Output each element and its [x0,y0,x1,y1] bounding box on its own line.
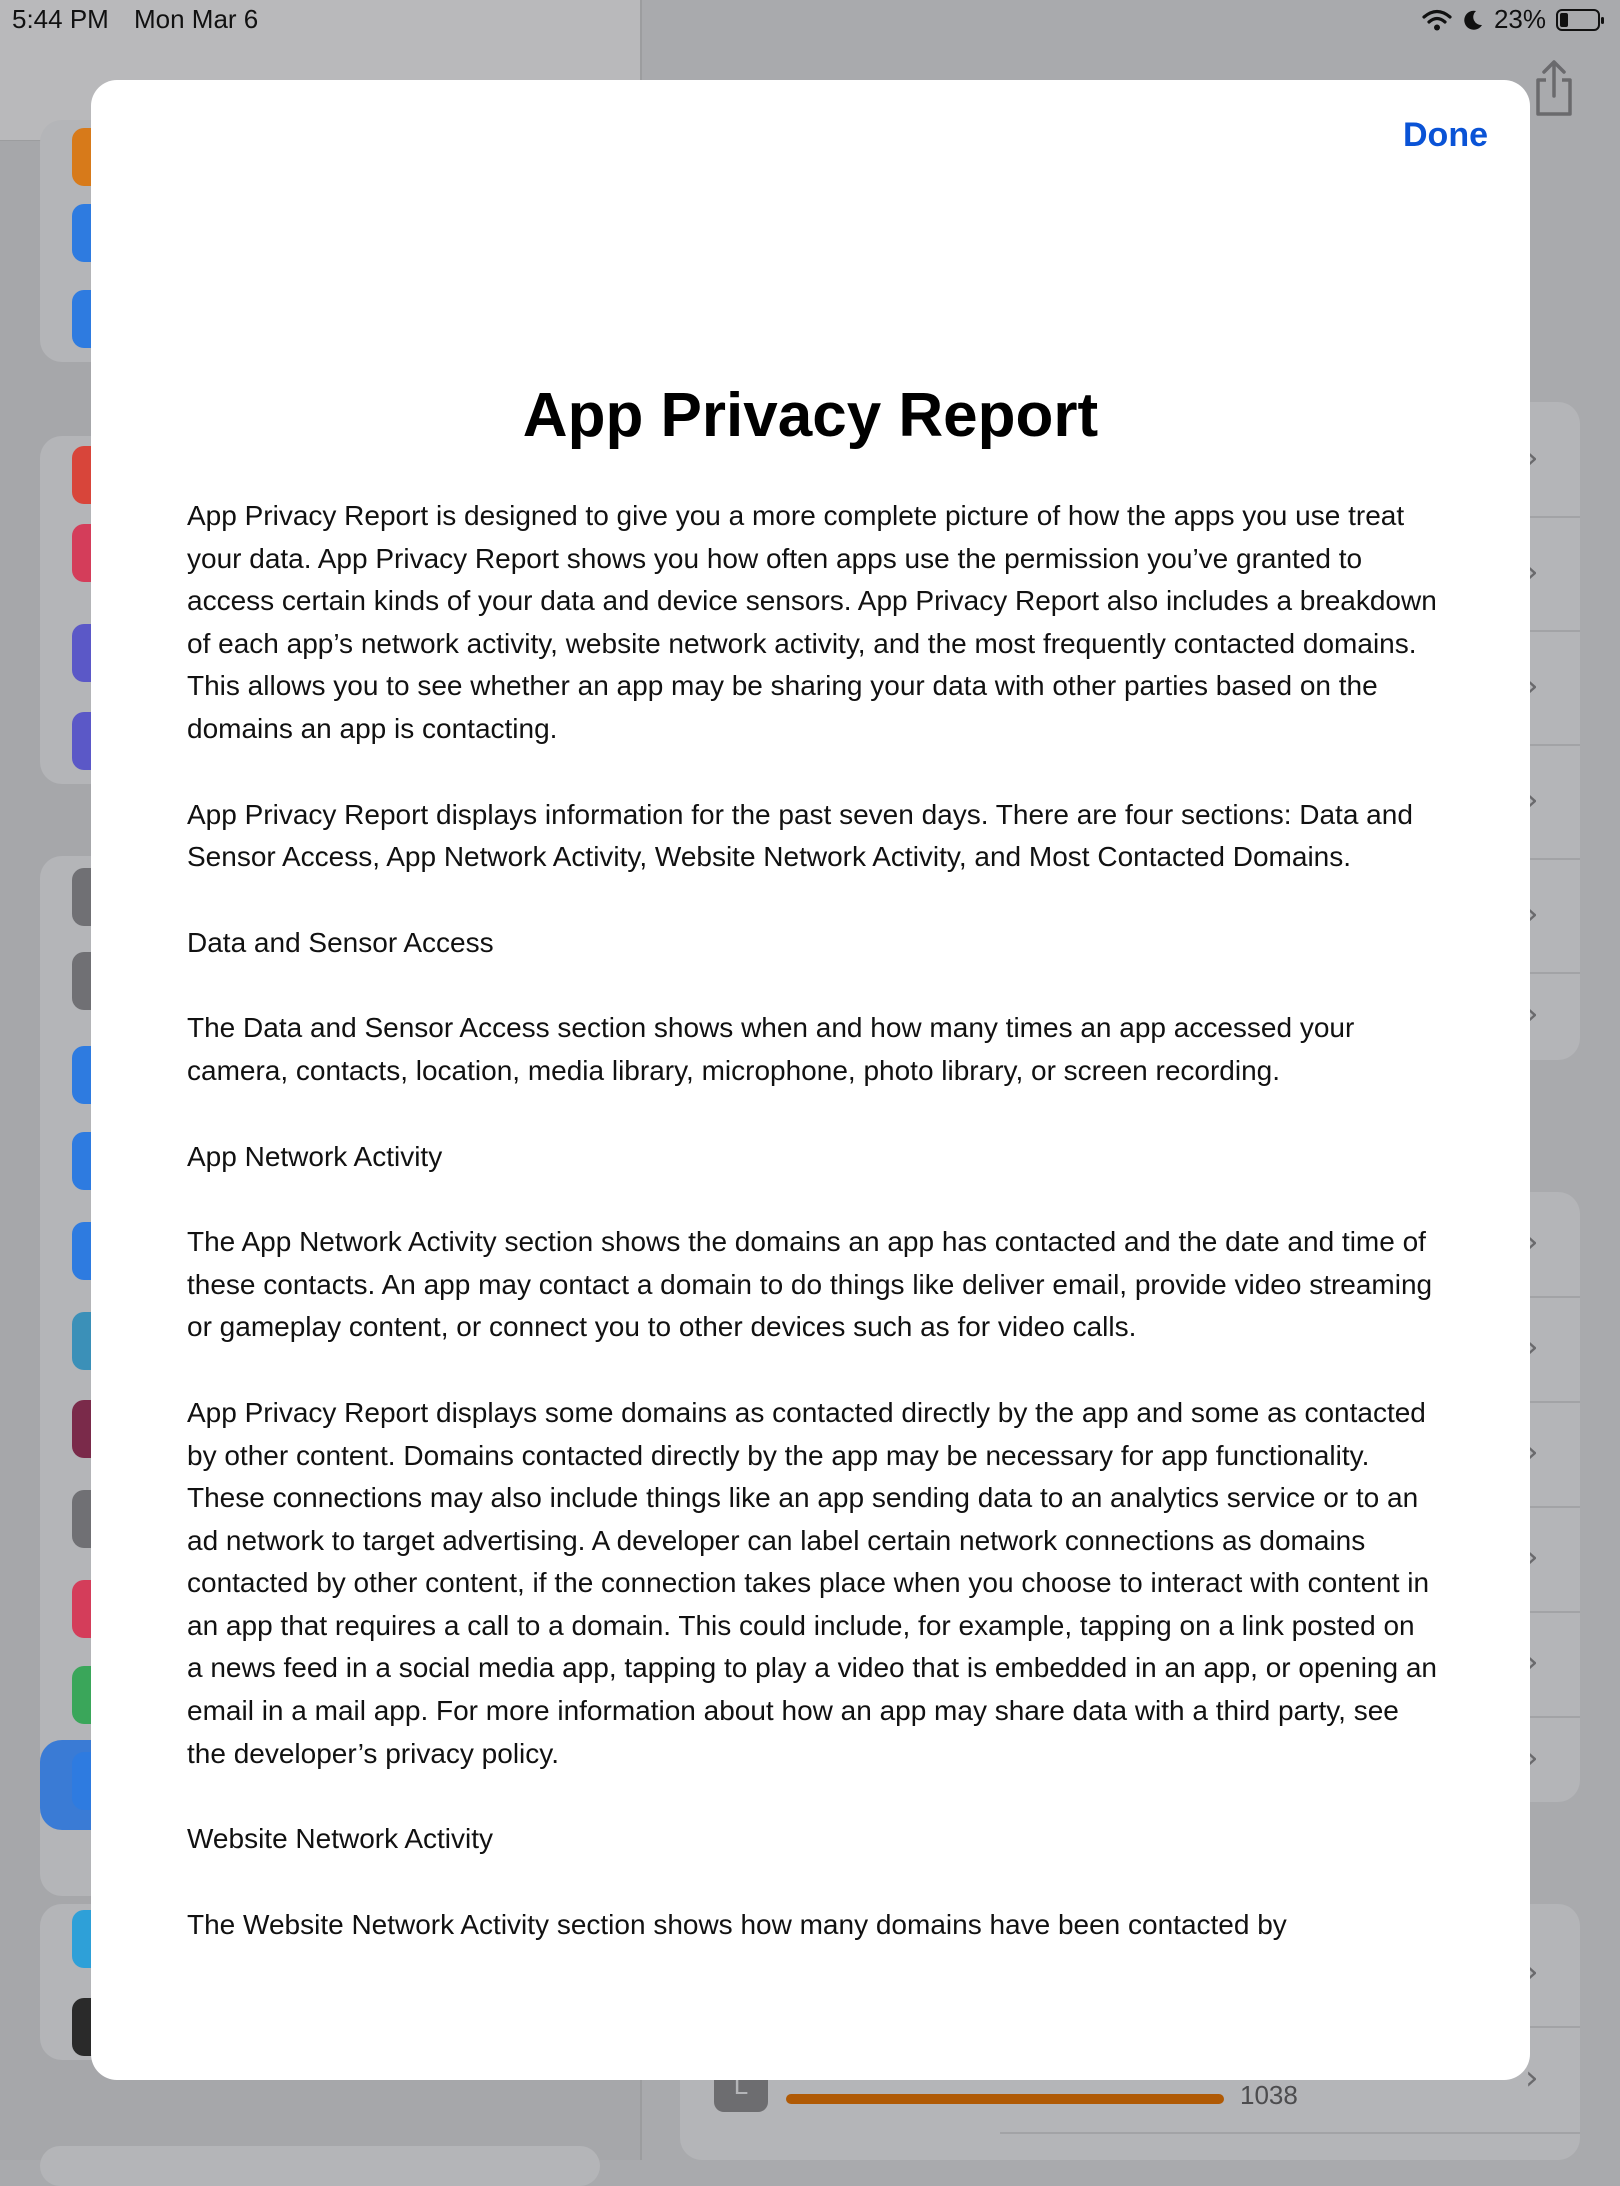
paragraph-intro: App Privacy Report is designed to give y… [187,500,1437,744]
chevron-right-icon: › [1525,2058,1539,2098]
wifi-icon [1422,9,1452,30]
row-separator [1000,2132,1580,2134]
section-heading-website-network-activity: Website Network Activity [187,1823,494,1855]
status-date: Mon Mar 6 [134,4,259,34]
battery-level [1560,12,1568,27]
share-icon [1536,60,1572,116]
paragraph-sections-overview: App Privacy Report displays information … [187,798,1413,873]
section-heading-app-network-activity: App Network Activity [187,1140,443,1172]
done-button[interactable]: Done [1403,116,1488,155]
status-indicators: 23% [1422,4,1604,35]
activity-count: 1038 [1240,2080,1298,2110]
sheet-title: App Privacy Report [522,381,1099,450]
section-heading-data-sensor-access: Data and Sensor Access [187,926,494,958]
battery-percent: 23% [1493,4,1546,34]
status-time: 5:44 PM [12,4,109,34]
paragraph-website-network-activity: The Website Network Activity section sho… [187,1908,1287,1940]
paragraph-data-sensor-access: The Data and Sensor Access section shows… [187,1012,1355,1086]
activity-bar [786,2094,1224,2104]
paragraph-domains-contacted: App Privacy Report displays some domains… [187,1396,1437,1769]
app-privacy-report-sheet: Done App Privacy Report App Privacy Repo… [91,80,1530,2080]
paragraph-app-network-activity: The App Network Activity section shows t… [187,1226,1433,1343]
sidebar-group-5 [40,2146,600,2186]
sheet-body: App Privacy Report is designed to give y… [187,495,1437,1989]
moon-icon [1464,10,1482,30]
battery-icon [1556,8,1604,31]
